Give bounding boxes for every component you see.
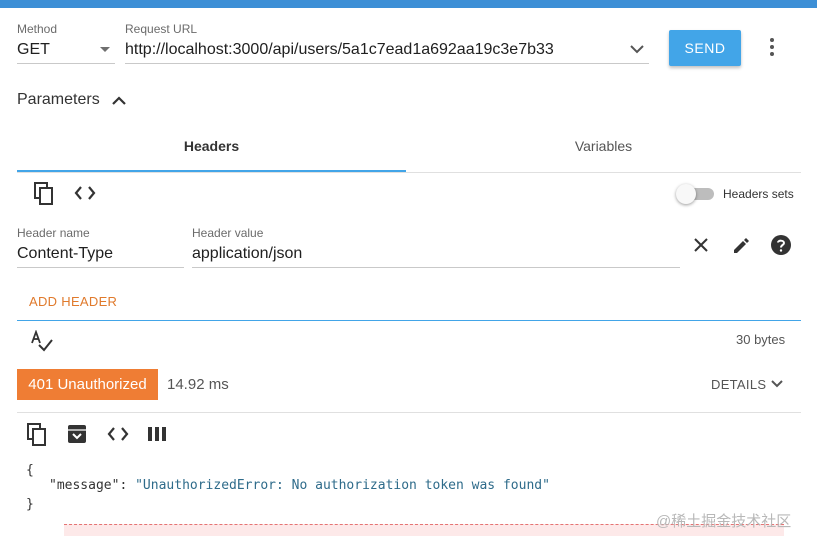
header-value-label: Header value [192, 226, 264, 240]
url-underline [125, 63, 649, 64]
url-history-chevron-icon[interactable] [629, 43, 645, 55]
more-options-icon[interactable] [766, 38, 778, 58]
tabs-divider [17, 172, 801, 173]
columns-icon[interactable] [148, 427, 166, 441]
headers-sets-toggle[interactable] [676, 184, 696, 204]
details-button[interactable]: DETAILS [711, 377, 766, 392]
json-open-brace: { [26, 463, 34, 478]
tab-variables[interactable]: Variables [406, 138, 801, 154]
url-label: Request URL [125, 22, 198, 36]
url-input[interactable]: http://localhost:3000/api/users/5a1c7ead… [125, 41, 554, 59]
status-badge: 401 Unauthorized [17, 369, 158, 400]
response-divider [17, 412, 801, 413]
header-name-input[interactable]: Content-Type [17, 245, 113, 263]
copy-icon[interactable] [27, 423, 47, 447]
top-app-bar [0, 0, 817, 8]
edit-icon[interactable] [731, 236, 751, 256]
json-line: "message": "UnauthorizedError: No author… [49, 478, 550, 493]
active-tab-indicator [17, 170, 406, 172]
parameters-bottom-line [17, 320, 801, 321]
tab-headers[interactable]: Headers [17, 138, 406, 154]
json-separator: : [119, 478, 136, 493]
method-dropdown-icon[interactable] [100, 47, 110, 52]
json-key: "message" [49, 478, 120, 493]
method-label: Method [17, 22, 58, 36]
headers-sets-label: Headers sets [723, 187, 794, 201]
chevron-up-icon[interactable] [111, 94, 127, 106]
close-icon[interactable] [693, 237, 709, 253]
json-value: "UnauthorizedError: No authorization tok… [135, 478, 550, 493]
request-size: 30 bytes [736, 332, 786, 347]
send-button[interactable]: SEND [669, 30, 741, 66]
method-underline [17, 63, 115, 64]
archive-icon[interactable] [67, 424, 87, 444]
response-time: 14.92 ms [167, 376, 229, 393]
code-icon[interactable] [74, 185, 96, 201]
help-icon[interactable] [771, 235, 791, 255]
header-value-underline [192, 267, 680, 268]
header-name-underline [17, 267, 184, 268]
method-select[interactable]: GET [17, 41, 50, 59]
copy-icon[interactable] [34, 182, 54, 206]
json-close-brace: } [26, 497, 34, 512]
parameters-title[interactable]: Parameters [17, 91, 100, 109]
header-name-label: Header name [17, 226, 90, 240]
code-icon[interactable] [107, 426, 129, 442]
add-header-button[interactable]: ADD HEADER [29, 294, 117, 309]
spellcheck-icon[interactable] [30, 330, 54, 352]
chevron-down-icon[interactable] [770, 379, 784, 389]
watermark: @稀土掘金技术社区 [656, 513, 792, 530]
header-value-input[interactable]: application/json [192, 245, 302, 263]
